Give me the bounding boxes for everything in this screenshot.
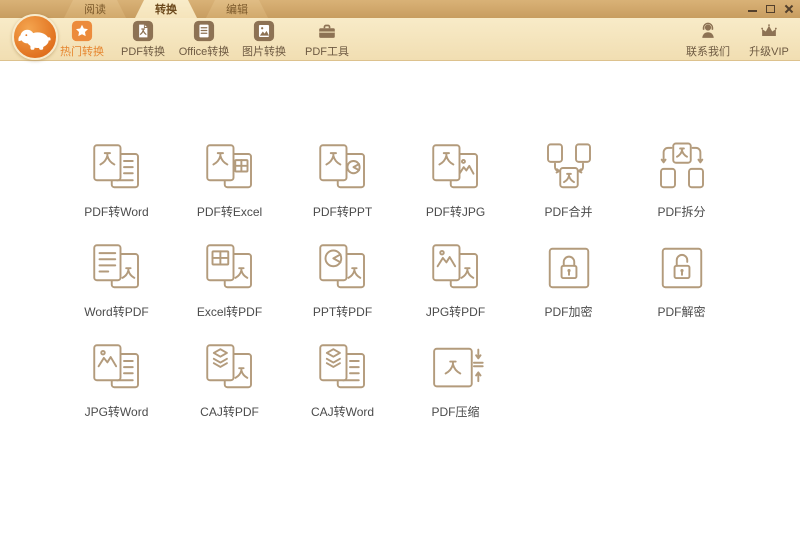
grid-item-label: PDF压缩	[431, 405, 480, 419]
pdf-encrypt-icon	[541, 240, 597, 296]
grid-item-pdf-compress[interactable]: PDF压缩	[399, 340, 512, 440]
pdf-file-icon	[132, 20, 154, 42]
pdf-merge-icon	[541, 140, 597, 196]
jpg-to-pdf-icon	[428, 240, 484, 296]
excel-to-pdf-icon	[202, 240, 258, 296]
grid-item-pdf-to-ppt[interactable]: PDF转PPT	[286, 140, 399, 240]
grid-item-label: PDF合并	[544, 205, 593, 219]
tab-convert[interactable]: 转换	[135, 0, 197, 18]
toolbar-item-label: Office转换	[178, 46, 230, 58]
toolbar-item-contact-us[interactable]: 联系我们	[676, 20, 740, 59]
conversion-grid: PDF转Word PDF转Excel PDF转PPT PDF转JPG PDF合并 PDF…	[60, 140, 738, 440]
grid-item-pdf-encrypt[interactable]: PDF加密	[512, 240, 625, 340]
grid-item-ppt-to-pdf[interactable]: PPT转PDF	[286, 240, 399, 340]
pdf-to-excel-icon	[202, 140, 258, 196]
main-area: PDF转Word PDF转Excel PDF转PPT PDF转JPG PDF合并 PDF…	[0, 61, 800, 533]
toolbar-item-image-convert[interactable]: 图片转换	[232, 20, 296, 59]
grid-item-pdf-to-excel[interactable]: PDF转Excel	[173, 140, 286, 240]
toolbar-item-pdf-convert[interactable]: PDF转换	[111, 20, 175, 59]
office-doc-icon	[193, 20, 215, 42]
grid-item-label: PDF转JPG	[425, 205, 486, 219]
grid-item-label: Excel转PDF	[196, 305, 263, 319]
grid-item-label: PDF转Word	[84, 205, 149, 219]
tab-strip: 阅读 转换 编辑	[64, 0, 277, 18]
maximize-button[interactable]	[765, 4, 776, 14]
elephant-mascot-icon	[18, 29, 51, 50]
ppt-to-pdf-icon	[315, 240, 371, 296]
minimize-button[interactable]	[747, 4, 758, 14]
tab-edit[interactable]: 编辑	[206, 0, 268, 18]
grid-item-pdf-to-word[interactable]: PDF转Word	[60, 140, 173, 240]
tab-label: 编辑	[226, 4, 248, 16]
toolbar-item-label: 热门转换	[60, 46, 104, 58]
grid-item-label: JPG转PDF	[425, 305, 486, 319]
grid-item-label: PDF解密	[657, 305, 706, 319]
word-to-pdf-icon	[89, 240, 145, 296]
headset-person-icon	[697, 20, 719, 42]
hot-star-icon	[71, 20, 93, 42]
grid-item-label: Word转PDF	[84, 305, 149, 319]
grid-item-pdf-split[interactable]: PDF拆分	[625, 140, 738, 240]
grid-item-label: PDF转Excel	[196, 205, 263, 219]
toolbar-item-upgrade-vip[interactable]: 升级VIP	[737, 20, 800, 59]
toolbar-item-hot-convert[interactable]: 热门转换	[50, 20, 114, 59]
grid-item-word-to-pdf[interactable]: Word转PDF	[60, 240, 173, 340]
toolbar-item-label: 升级VIP	[749, 46, 789, 58]
pdf-split-icon	[654, 140, 710, 196]
grid-item-caj-to-word[interactable]: CAJ转Word	[286, 340, 399, 440]
toolbar-item-label: PDF工具	[305, 46, 349, 58]
grid-item-label: PPT转PDF	[312, 305, 373, 319]
toolbar-item-pdf-tools[interactable]: PDF工具	[295, 20, 359, 59]
caj-to-pdf-icon	[202, 340, 258, 396]
app-window: 阅读 转换 编辑 热门转换 PDF转换 Office转换 图片转换 PDF工具 联系…	[0, 0, 800, 533]
jpg-to-word-icon	[89, 340, 145, 396]
pdf-to-word-icon	[89, 140, 145, 196]
grid-item-label: CAJ转Word	[310, 405, 375, 419]
caj-to-word-icon	[315, 340, 371, 396]
grid-item-label: PDF加密	[544, 305, 593, 319]
grid-item-jpg-to-word[interactable]: JPG转Word	[60, 340, 173, 440]
grid-item-caj-to-pdf[interactable]: CAJ转PDF	[173, 340, 286, 440]
pdf-compress-icon	[428, 340, 484, 396]
toolbox-icon	[316, 20, 338, 42]
grid-item-pdf-decrypt[interactable]: PDF解密	[625, 240, 738, 340]
grid-item-label: JPG转Word	[84, 405, 149, 419]
window-controls	[747, 4, 794, 14]
tab-read[interactable]: 阅读	[64, 0, 126, 18]
toolbar-item-label: 联系我们	[686, 46, 730, 58]
grid-item-excel-to-pdf[interactable]: Excel转PDF	[173, 240, 286, 340]
toolbar-item-label: 图片转换	[242, 46, 286, 58]
pdf-decrypt-icon	[654, 240, 710, 296]
pdf-to-jpg-icon	[428, 140, 484, 196]
toolbar-item-label: PDF转换	[121, 46, 165, 58]
grid-item-label: PDF转PPT	[312, 205, 373, 219]
grid-item-jpg-to-pdf[interactable]: JPG转PDF	[399, 240, 512, 340]
toolbar-item-office-convert[interactable]: Office转换	[172, 20, 236, 59]
titlebar: 阅读 转换 编辑	[0, 0, 800, 18]
tab-label: 阅读	[84, 4, 106, 16]
grid-item-pdf-to-jpg[interactable]: PDF转JPG	[399, 140, 512, 240]
toolbar: 热门转换 PDF转换 Office转换 图片转换 PDF工具 联系我们 升级VI…	[0, 18, 800, 61]
grid-item-label: CAJ转PDF	[200, 405, 259, 419]
pdf-to-ppt-icon	[315, 140, 371, 196]
grid-item-pdf-merge[interactable]: PDF合并	[512, 140, 625, 240]
close-button[interactable]	[783, 4, 794, 14]
image-file-icon	[253, 20, 275, 42]
crown-icon	[758, 20, 780, 42]
grid-item-label: PDF拆分	[657, 205, 706, 219]
tab-label: 转换	[155, 4, 177, 16]
app-logo	[12, 14, 58, 60]
